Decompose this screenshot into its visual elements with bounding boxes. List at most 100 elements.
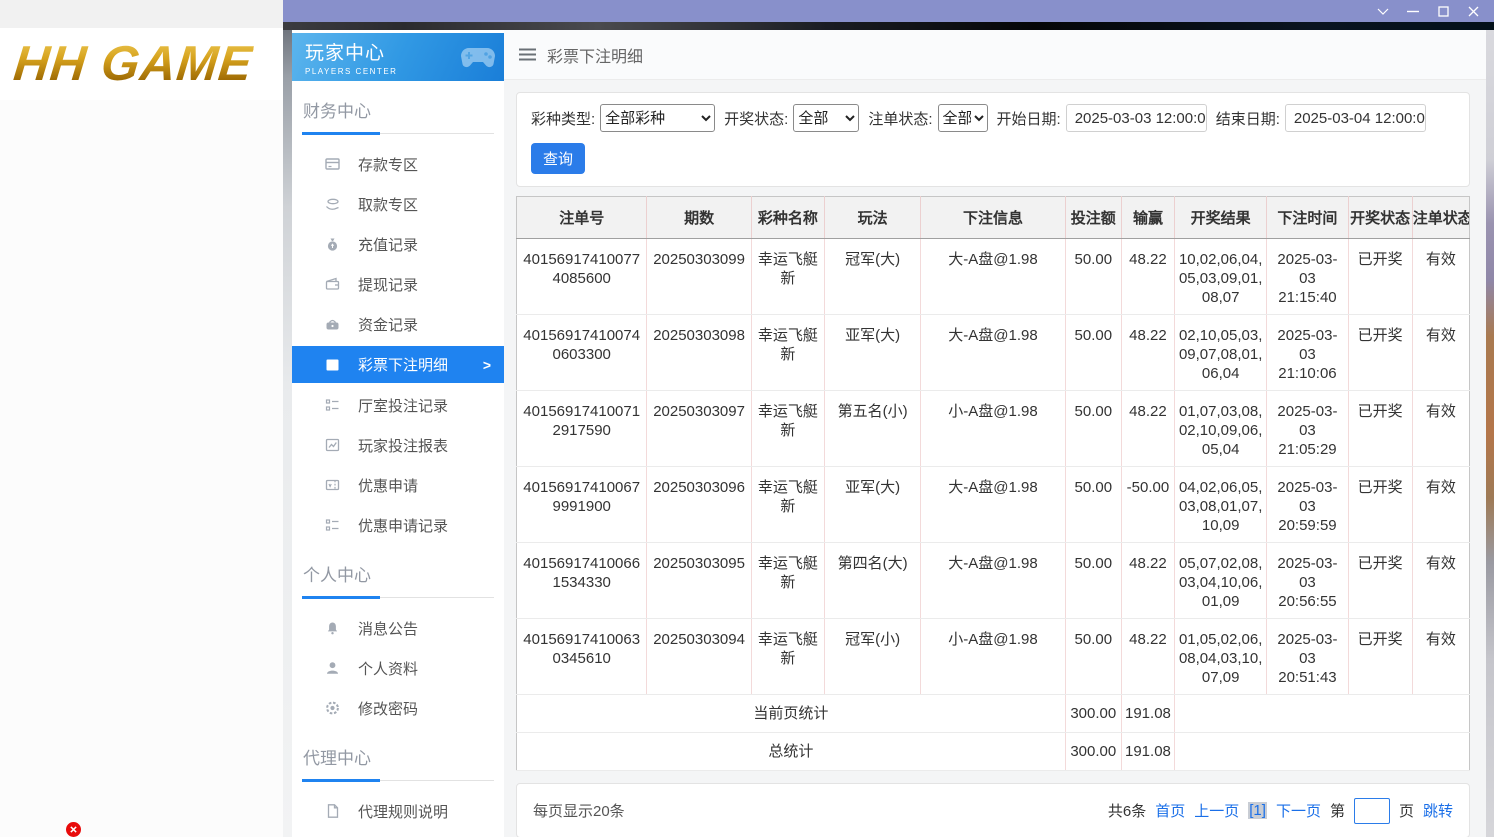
sidebar-item-label: 玩家投注报表 [358,437,449,455]
table-cell: 已开奖 [1348,542,1413,619]
list-grid-icon [323,517,341,534]
first-page-link[interactable]: 首页 [1155,800,1185,821]
draw-status-label: 开奖状态: [724,110,789,128]
sidebar-item-label: 厅室投注记录 [358,397,449,415]
sidebar-item[interactable]: 玩家投注报表 [292,425,504,465]
sidebar-item[interactable]: 充值记录 [292,224,504,264]
window-accent-strip [283,22,1494,30]
column-header: 注单号 [516,196,648,239]
column-header: 彩种名称 [751,196,825,239]
sidebar-item[interactable]: 代理规则说明 [292,791,504,831]
next-page-link[interactable]: 下一页 [1276,800,1321,821]
table-cell: 401569174100740603300 [516,314,648,391]
table-cell: 有效 [1412,238,1470,315]
broken-image-icon [66,822,81,837]
window-minimize-icon[interactable] [1398,0,1428,22]
table-cell: 第四名(大) [824,542,922,619]
table-row: 401569174100740603300 20250303098 幸运飞艇新 亚军(… [516,314,1470,391]
main-area: 彩票下注明细 彩种类型: 全部彩种 开奖状态: 全部 注单状态: 全部 开始日期… [504,30,1486,837]
sidebar-item[interactable]: 优惠申请 [292,465,504,505]
sidebar-nav: 财务中心 存款专区 取款专区 充值记录 提现记录 资金记录 彩票下注明细 > 厅室投注记录 玩家投… [292,97,504,837]
table-cell: 幸运飞艇新 [751,542,825,619]
page-title: 彩票下注明细 [547,48,644,66]
table-cell: 2025-03-03 21:15:40 [1266,238,1349,315]
table-cell: 20250303098 [646,314,752,391]
table-cell: 大-A盘@1.98 [920,542,1066,619]
sidebar-item[interactable]: 厅室投注记录 [292,385,504,425]
window-close-icon[interactable] [1458,0,1488,22]
page-root: HH GAME 玩家中心 PLAYERS CENTER 财务中心 存款专区 取款… [0,0,1494,837]
table-cell: 幸运飞艇新 [751,314,825,391]
jump-button[interactable]: 跳转 [1423,800,1453,821]
end-date-label: 结束日期: [1215,110,1280,128]
table-row: 401569174100661534330 20250303095 幸运飞艇新 第四名… [516,542,1470,619]
jump-page-input[interactable] [1353,797,1390,824]
table-cell: 401569174100630345610 [516,618,648,695]
lottery-type-label: 彩种类型: [531,110,596,128]
sidebar-item-label: 个人资料 [358,660,419,678]
sidebar-item[interactable]: 彩票下注明细 > [292,346,504,383]
table-cell: 2025-03-03 20:51:43 [1266,618,1349,695]
sidebar-item[interactable]: 提现记录 [292,264,504,304]
sidebar-item[interactable]: 取款专区 [292,184,504,224]
table-row: 401569174100712917590 20250303097 幸运飞艇新 第五名… [516,390,1470,467]
lottery-type-select[interactable]: 全部彩种 [600,104,716,132]
background-top-strip [0,0,283,28]
sidebar-item-label: 优惠申请记录 [358,517,449,535]
table-cell: 20250303094 [646,618,752,695]
sidebar-item-label: 优惠申请 [358,477,419,495]
prev-page-link[interactable]: 上一页 [1194,800,1239,821]
sidebar-item[interactable]: 优惠申请记录 [292,505,504,545]
column-header: 投注额 [1065,196,1122,239]
sidebar-item-label: 彩票下注明细 [358,357,449,374]
summary-bet-total: 300.00 [1065,732,1122,771]
summary-row: 总统计 300.00 191.08 [516,732,1470,771]
sidebar-section-header: 代理中心 [302,744,494,782]
column-header: 下注时间 [1266,196,1349,239]
topnav: 彩票下注明细 [504,30,1486,80]
sidebar-item[interactable]: 资金记录 [292,304,504,344]
sidebar-item[interactable]: 修改密码 [292,688,504,728]
draw-status-select[interactable]: 全部 [793,104,860,132]
hamburger-menu-icon[interactable] [519,48,536,61]
window-dropdown-icon[interactable] [1368,0,1398,22]
list-book-icon [323,356,341,373]
table-cell: 小-A盘@1.98 [920,618,1066,695]
summary-winloss-total: 191.08 [1121,732,1176,771]
sidebar-item[interactable]: 代理团队统计 [292,831,504,837]
scrollbar[interactable] [1486,30,1494,837]
table-cell: 02,10,05,03,09,07,08,01,06,04 [1174,314,1268,391]
table-row: 401569174100679991900 20250303096 幸运飞艇新 亚军(… [516,466,1470,543]
end-date-input[interactable] [1284,104,1426,132]
purse-icon [323,316,341,333]
logo-band: HH GAME [0,28,283,100]
column-header: 期数 [646,196,752,239]
table-cell: 10,02,06,04,05,03,09,01,08,07 [1174,238,1268,315]
sidebar-title: 玩家中心 [305,43,386,64]
sidebar-item[interactable]: 存款专区 [292,144,504,184]
order-status-select[interactable]: 全部 [937,104,988,132]
bet-details-table: 注单号 期数 彩种名称 玩法 下注信息 投注额 输赢 开奖结果 下注时间 开奖状态 注单状态 401… [516,196,1470,771]
table-cell: 已开奖 [1348,618,1413,695]
table-cell: 有效 [1412,618,1470,695]
jump-suffix: 页 [1398,803,1414,820]
start-date-input[interactable] [1065,104,1207,132]
table-cell: 50.00 [1065,390,1122,467]
table-cell: 20250303097 [646,390,752,467]
sidebar-item[interactable]: 消息公告 [292,608,504,648]
table-cell: 48.22 [1121,618,1176,695]
table-cell: 小-A盘@1.98 [920,390,1066,467]
summary-row: 当前页统计 300.00 191.08 [516,694,1470,733]
table-cell: 50.00 [1065,618,1122,695]
table-cell: 20250303099 [646,238,752,315]
summary-empty [1174,732,1470,771]
hh-game-logo: HH GAME [11,37,256,91]
table-cell: 401569174100679991900 [516,466,648,543]
table-cell: 大-A盘@1.98 [920,466,1066,543]
search-button[interactable]: 查询 [531,143,585,174]
window-maximize-icon[interactable] [1428,0,1458,22]
table-cell: 幸运飞艇新 [751,466,825,543]
table-cell: 第五名(小) [824,390,922,467]
sidebar-item[interactable]: 个人资料 [292,648,504,688]
table-cell: 20250303095 [646,542,752,619]
